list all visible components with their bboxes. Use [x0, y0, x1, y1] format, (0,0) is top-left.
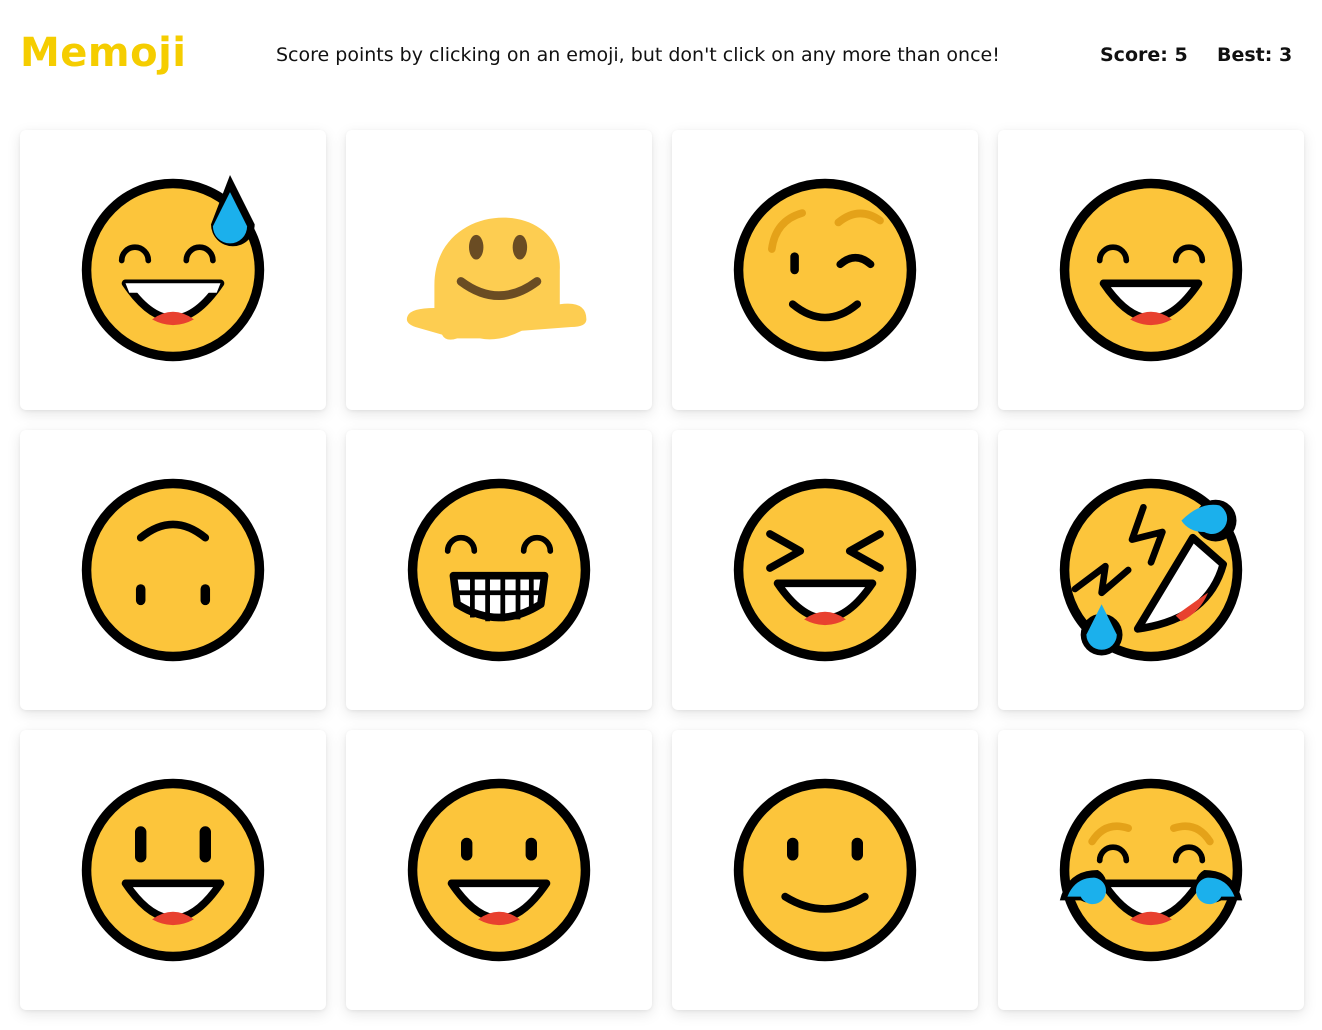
emoji-card-grinning-face-with-big-eyes[interactable]	[20, 730, 326, 1010]
emoji-card-grinning-face[interactable]	[346, 730, 652, 1010]
melting-face-icon	[406, 217, 587, 340]
beaming-face-with-smiling-eyes-icon	[407, 478, 591, 662]
game-header: Memoji Score points by clicking on an em…	[0, 0, 1322, 110]
rolling-on-the-floor-laughing-icon	[1059, 478, 1243, 662]
emoji-grid	[20, 130, 1304, 1010]
instructions-text: Score points by clicking on an emoji, bu…	[276, 44, 1000, 66]
face-with-tears-of-joy-icon	[1059, 778, 1243, 962]
emoji-card-slightly-smiling-face[interactable]	[672, 730, 978, 1010]
grinning-squinting-face-icon	[733, 478, 917, 662]
emoji-card-grinning-face-with-sweat[interactable]	[20, 130, 326, 410]
current-score: Score: 5	[1100, 44, 1188, 66]
winking-face-icon	[733, 178, 917, 362]
app-logo: Memoji	[20, 30, 187, 76]
emoji-card-beaming-face-with-smiling-eyes[interactable]	[346, 430, 652, 710]
emoji-card-grinning-squinting-face[interactable]	[672, 430, 978, 710]
emoji-card-winking-face[interactable]	[672, 130, 978, 410]
grinning-face-with-smiling-eyes-icon	[1059, 178, 1243, 362]
emoji-card-grinning-face-with-smiling-eyes[interactable]	[998, 130, 1304, 410]
grinning-face-with-big-eyes-icon	[81, 778, 265, 962]
best-score: Best: 3	[1217, 44, 1293, 66]
grinning-face-icon	[407, 778, 591, 962]
emoji-card-melting-face[interactable]	[346, 130, 652, 410]
emoji-card-face-with-tears-of-joy[interactable]	[998, 730, 1304, 1010]
emoji-card-upside-down-face[interactable]	[20, 430, 326, 710]
grinning-face-with-sweat-icon	[81, 175, 265, 362]
emoji-card-rolling-on-the-floor-laughing[interactable]	[998, 430, 1304, 710]
upside-down-face-icon	[81, 478, 265, 662]
slightly-smiling-face-icon	[733, 778, 917, 962]
